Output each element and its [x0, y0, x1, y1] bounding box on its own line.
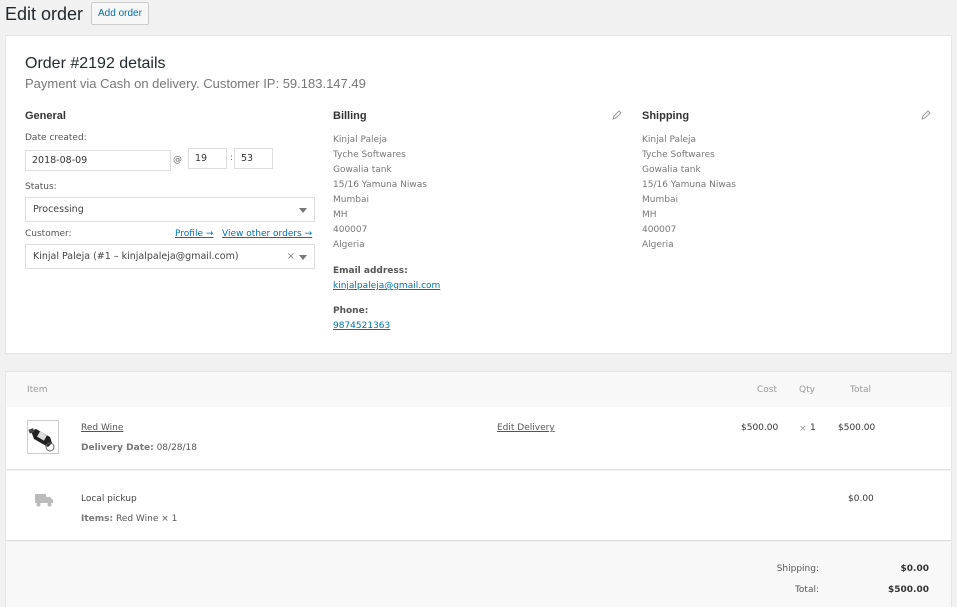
- delivery-date-value: 08/28/18: [156, 443, 197, 453]
- item-cost: $500.00: [741, 423, 779, 433]
- qty-column-header: Qty: [799, 385, 815, 395]
- general-heading: General: [25, 110, 66, 122]
- shipping-line: MH: [642, 210, 657, 220]
- billing-line: Gowalia tank: [333, 165, 392, 175]
- shipping-method-name: Local pickup: [81, 494, 137, 504]
- customer-label: Customer:: [25, 229, 72, 239]
- shipping-total-label: Shipping:: [776, 564, 819, 574]
- shipping-address: Kinjal Paleja Tyche Softwares Gowalia ta…: [642, 133, 736, 253]
- truck-icon: [35, 492, 53, 511]
- customer-select[interactable]: Kinjal Paleja (#1 – kinjalpaleja@gmail.c…: [25, 244, 315, 269]
- profile-link[interactable]: Profile →: [175, 229, 213, 239]
- status-value: Processing: [33, 204, 84, 215]
- item-name-link[interactable]: Red Wine: [81, 423, 123, 433]
- at-separator: @: [173, 155, 182, 165]
- pencil-icon[interactable]: [921, 110, 931, 123]
- total-column-header: Total: [850, 385, 872, 395]
- email-label: Email address:: [333, 266, 408, 276]
- status-label: Status:: [25, 182, 57, 192]
- billing-address: Kinjal Paleja Tyche Softwares Gowalia ta…: [333, 133, 427, 253]
- wine-bottle-thumbnail: [27, 420, 59, 454]
- shipping-line-row: Local pickup Items: Red Wine × 1 $0.00: [5, 471, 952, 541]
- email-link[interactable]: kinjalpaleja@gmail.com: [333, 281, 440, 291]
- item-total: $500.00: [838, 423, 876, 433]
- order-totals: Shipping: $0.00 Total: $500.00: [5, 542, 952, 607]
- cost-column-header: Cost: [757, 385, 778, 395]
- phone-link[interactable]: 9874521363: [333, 321, 390, 331]
- page-title: Edit order: [5, 4, 84, 24]
- shipping-line: Gowalia tank: [642, 165, 701, 175]
- item-qty: 1: [810, 423, 816, 433]
- qty-multiplier: ×: [799, 424, 807, 434]
- order-title: Order #2192 details: [25, 55, 166, 72]
- item-meta: Delivery Date: 08/28/18: [81, 443, 197, 453]
- order-subtitle: Payment via Cash on delivery. Customer I…: [25, 76, 366, 91]
- shipping-items-value: Red Wine × 1: [115, 514, 178, 524]
- hour-input[interactable]: 19: [188, 148, 227, 169]
- shipping-line: Tyche Softwares: [642, 150, 715, 160]
- clear-icon[interactable]: ×: [287, 245, 295, 268]
- shipping-items-label: Items:: [81, 514, 114, 524]
- shipping-line: 15/16 Yamuna Niwas: [642, 180, 736, 190]
- chevron-down-icon: [299, 208, 307, 213]
- shipping-line-total: $0.00: [848, 494, 874, 504]
- shipping-heading: Shipping: [642, 110, 690, 122]
- billing-line: Algeria: [333, 240, 365, 250]
- billing-line: Kinjal Paleja: [333, 135, 388, 145]
- billing-heading: Billing: [333, 110, 367, 122]
- delivery-date-label: Delivery Date:: [81, 443, 154, 453]
- shipping-line: Kinjal Paleja: [642, 135, 697, 145]
- chevron-down-icon: [299, 255, 307, 260]
- shipping-items-meta: Items: Red Wine × 1: [81, 514, 177, 524]
- billing-line: Mumbai: [333, 195, 369, 205]
- minute-input[interactable]: 53: [234, 148, 273, 169]
- time-colon: :: [230, 153, 234, 163]
- shipping-line: Mumbai: [642, 195, 678, 205]
- shipping-line: Algeria: [642, 240, 674, 250]
- billing-line: 15/16 Yamuna Niwas: [333, 180, 427, 190]
- shipping-line: 400007: [642, 225, 677, 235]
- billing-line: Tyche Softwares: [333, 150, 406, 160]
- order-total-label: Total:: [794, 585, 819, 595]
- billing-line: 400007: [333, 225, 368, 235]
- pencil-icon[interactable]: [612, 110, 622, 123]
- phone-label: Phone:: [333, 306, 369, 316]
- item-column-header: Item: [27, 385, 48, 395]
- shipping-total-value: $0.00: [900, 564, 929, 574]
- table-row: Red Wine Delivery Date: 08/28/18 Edit De…: [5, 407, 952, 470]
- order-details-panel: Order #2192 details Payment via Cash on …: [5, 35, 952, 354]
- billing-line: MH: [333, 210, 348, 220]
- edit-delivery-link[interactable]: Edit Delivery: [497, 423, 555, 433]
- add-order-button[interactable]: Add order: [91, 2, 149, 25]
- status-select[interactable]: Processing: [25, 197, 315, 222]
- customer-value: Kinjal Paleja (#1 – kinjalpaleja@gmail.c…: [33, 251, 239, 262]
- date-created-label: Date created:: [25, 133, 87, 143]
- order-total-value: $500.00: [888, 585, 929, 595]
- date-created-input[interactable]: 2018-08-09: [25, 150, 171, 171]
- items-table-header: Item Cost Qty Total: [5, 371, 952, 407]
- view-other-orders-link[interactable]: View other orders →: [222, 229, 312, 239]
